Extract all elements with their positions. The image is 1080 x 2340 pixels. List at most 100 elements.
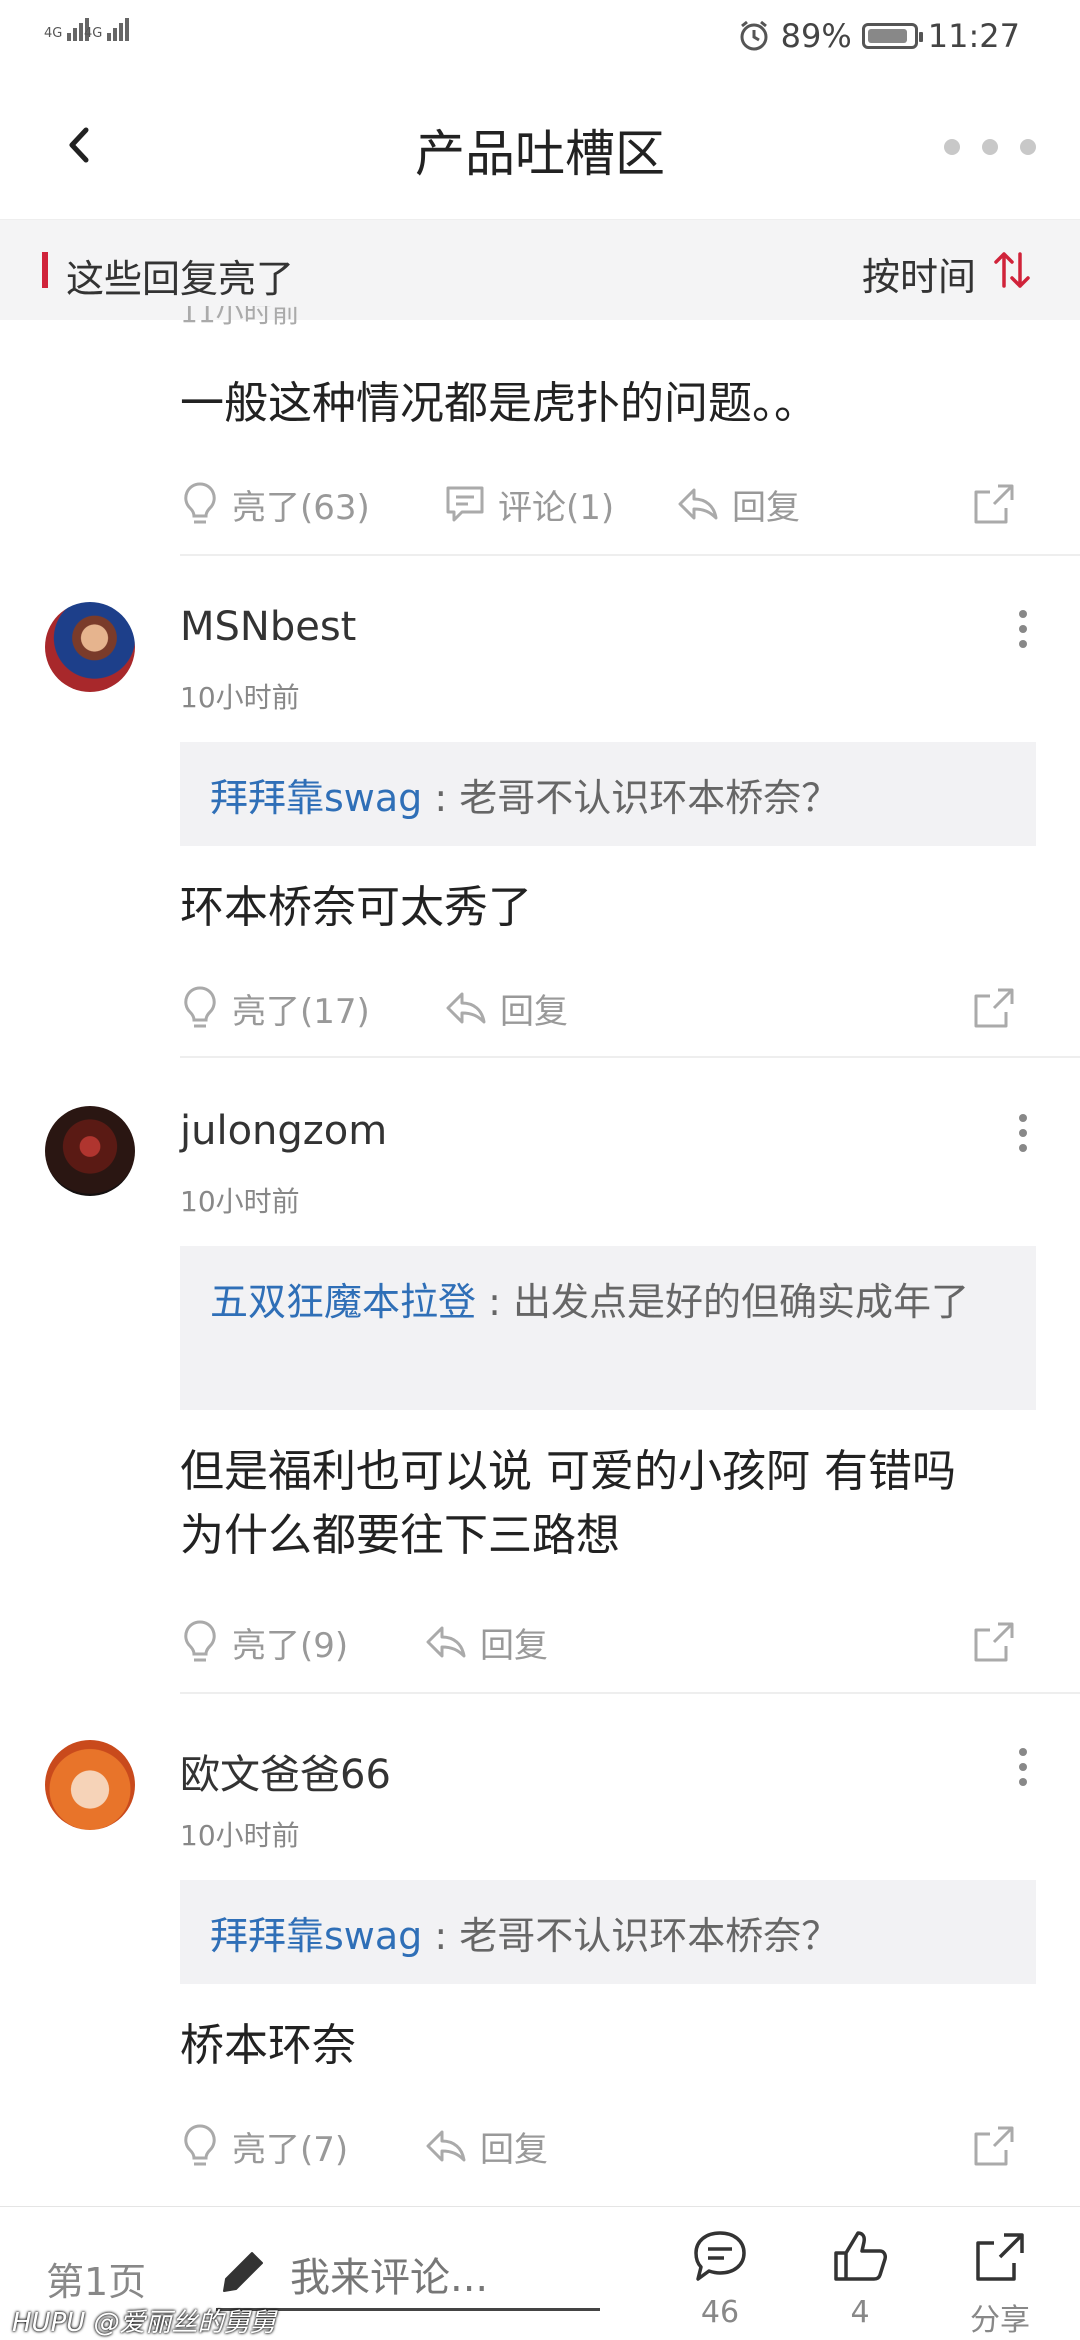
quoted-text: 出发点是好的但确实成年了	[513, 1280, 970, 1324]
comment-input[interactable]: 我来评论...	[216, 2241, 600, 2311]
avatar[interactable]	[45, 1740, 135, 1830]
username[interactable]: 欧文爸爸66	[180, 1742, 391, 1800]
comment-count: 评论(1)	[498, 487, 615, 528]
share-icon[interactable]	[968, 2120, 1020, 2172]
quoted-username[interactable]: 五双狂魔本拉登	[210, 1280, 476, 1324]
share-label: 分享	[970, 2303, 1030, 2338]
reply-arrow-icon	[678, 488, 718, 520]
reply-arrow-icon	[446, 992, 486, 1024]
battery-percent: 89%	[780, 17, 852, 55]
section-title: 这些回复亮了	[66, 257, 295, 301]
comments-button[interactable]: 46	[670, 2227, 770, 2337]
share-icon[interactable]	[968, 1616, 1020, 1668]
comment-actions: 亮了(9) 回复	[180, 1612, 1020, 1672]
avatar[interactable]	[45, 1106, 135, 1196]
like-count: 亮了(17)	[232, 991, 370, 1032]
battery-icon	[861, 23, 923, 49]
status-bar: 4G 4G 89% 11:27	[0, 0, 1080, 72]
like-post-button[interactable]: 4	[810, 2227, 910, 2337]
comment-timestamp: 10小时前	[180, 681, 300, 714]
comment-placeholder: 我来评论...	[290, 2255, 489, 2301]
like-count: 亮了(63)	[232, 487, 370, 528]
reply-arrow-icon	[426, 1626, 466, 1658]
view-comments-button[interactable]: 评论(1)	[444, 474, 614, 534]
username[interactable]: MSNbest	[180, 604, 356, 650]
comment-timestamp: 10小时前	[180, 1819, 300, 1852]
comment-text: 环本桥奈可太秀了	[180, 882, 532, 933]
reply-button[interactable]: 回复	[444, 978, 568, 1038]
alarm-icon	[740, 20, 768, 51]
like-button[interactable]: 亮了(7)	[180, 2116, 348, 2176]
section-accent-bar	[42, 252, 48, 288]
status-right: 89% 11:27	[727, 16, 1020, 56]
dot-icon	[982, 139, 998, 155]
like-button[interactable]: 亮了(63)	[180, 474, 370, 534]
share-icon	[976, 2233, 1024, 2281]
page-title: 产品吐槽区	[415, 125, 665, 183]
quote-separator: :	[488, 1280, 513, 1324]
dot-icon	[1020, 139, 1036, 155]
sort-arrows-icon[interactable]	[992, 248, 1032, 292]
share-icon[interactable]	[968, 982, 1020, 1034]
network-type-label: 4G	[84, 26, 103, 41]
quote-separator: :	[434, 776, 460, 820]
share-icon[interactable]	[968, 478, 1020, 530]
reply-button[interactable]: 回复	[424, 2116, 548, 2176]
signal-indicator-2: 4G	[84, 18, 131, 41]
reply-arrow-icon	[426, 2130, 466, 2162]
comment-actions: 亮了(17) 回复	[180, 978, 1020, 1038]
comment-menu-button[interactable]	[1008, 604, 1038, 654]
comment-menu-button[interactable]	[1008, 1742, 1038, 1792]
pencil-icon	[223, 2252, 263, 2292]
lightbulb-icon	[184, 1620, 216, 1662]
like-count: 亮了(9)	[232, 1625, 349, 1666]
watermark: HUPU @爱丽丝的舅舅	[12, 2308, 276, 2338]
quoted-username[interactable]: 拜拜靠swag	[210, 1914, 422, 1958]
quoted-reply[interactable]: 五双狂魔本拉登 : 出发点是好的但确实成年了	[180, 1246, 1036, 1410]
share-button[interactable]: 分享	[950, 2227, 1050, 2338]
comment-bubble-icon	[446, 486, 484, 522]
comment-divider	[180, 1056, 1080, 1058]
like-count: 亮了(7)	[232, 2129, 349, 2170]
more-options-button[interactable]	[944, 132, 1036, 162]
quoted-text: 老哥不认识环本桥奈？	[459, 776, 840, 820]
quoted-reply[interactable]: 拜拜靠swag : 老哥不认识环本桥奈？	[180, 1880, 1036, 1984]
reply-label: 回复	[732, 487, 800, 528]
reply-label: 回复	[500, 991, 568, 1032]
comment-text: 桥本环奈	[180, 2020, 356, 2071]
reply-button[interactable]: 回复	[676, 474, 800, 534]
comments-count: 46	[700, 2295, 740, 2330]
page-selector[interactable]: 第1页	[46, 2251, 146, 2306]
comment-actions: 亮了(7) 回复	[180, 2116, 1020, 2176]
reply-button[interactable]: 回复	[424, 1612, 548, 1672]
comment-timestamp: 11小时前	[180, 306, 300, 326]
avatar[interactable]	[45, 602, 135, 692]
quoted-username[interactable]: 拜拜靠swag	[210, 776, 422, 820]
network-type-label: 4G	[44, 26, 63, 41]
username[interactable]: julongzom	[180, 1108, 387, 1154]
comment-text: 但是福利也可以说 可爱的小孩阿 有错吗 为什么都要往下三路想	[180, 1446, 956, 1561]
lightbulb-icon	[184, 986, 216, 1028]
hot-replies-header: 这些回复亮了 按时间	[0, 220, 1080, 320]
comment-divider	[180, 554, 1080, 556]
likes-count: 4	[850, 2295, 870, 2330]
lightbulb-icon	[184, 2124, 216, 2166]
quote-separator: :	[434, 1914, 460, 1958]
dot-icon	[944, 139, 960, 155]
comment-menu-button[interactable]	[1008, 1108, 1038, 1158]
battery-fill	[867, 29, 907, 43]
clock: 11:27	[927, 17, 1020, 55]
nav-bar: 产品吐槽区	[0, 72, 1080, 220]
sort-button[interactable]: 按时间	[862, 246, 976, 301]
like-button[interactable]: 亮了(9)	[180, 1612, 348, 1672]
comment-divider	[180, 1692, 1080, 1694]
like-button[interactable]: 亮了(17)	[180, 978, 370, 1038]
thumbs-up-icon	[834, 2231, 887, 2281]
comment-actions: 亮了(63) 评论(1) 回复	[180, 474, 1020, 534]
quoted-text: 老哥不认识环本桥奈？	[459, 1914, 840, 1958]
comment-bubble-icon	[694, 2231, 746, 2281]
quoted-reply[interactable]: 拜拜靠swag : 老哥不认识环本桥奈？	[180, 742, 1036, 846]
signal-bars-icon	[106, 18, 131, 41]
comment-text: 一般这种情况都是虎扑的问题。。	[180, 378, 818, 429]
lightbulb-icon	[184, 482, 216, 524]
